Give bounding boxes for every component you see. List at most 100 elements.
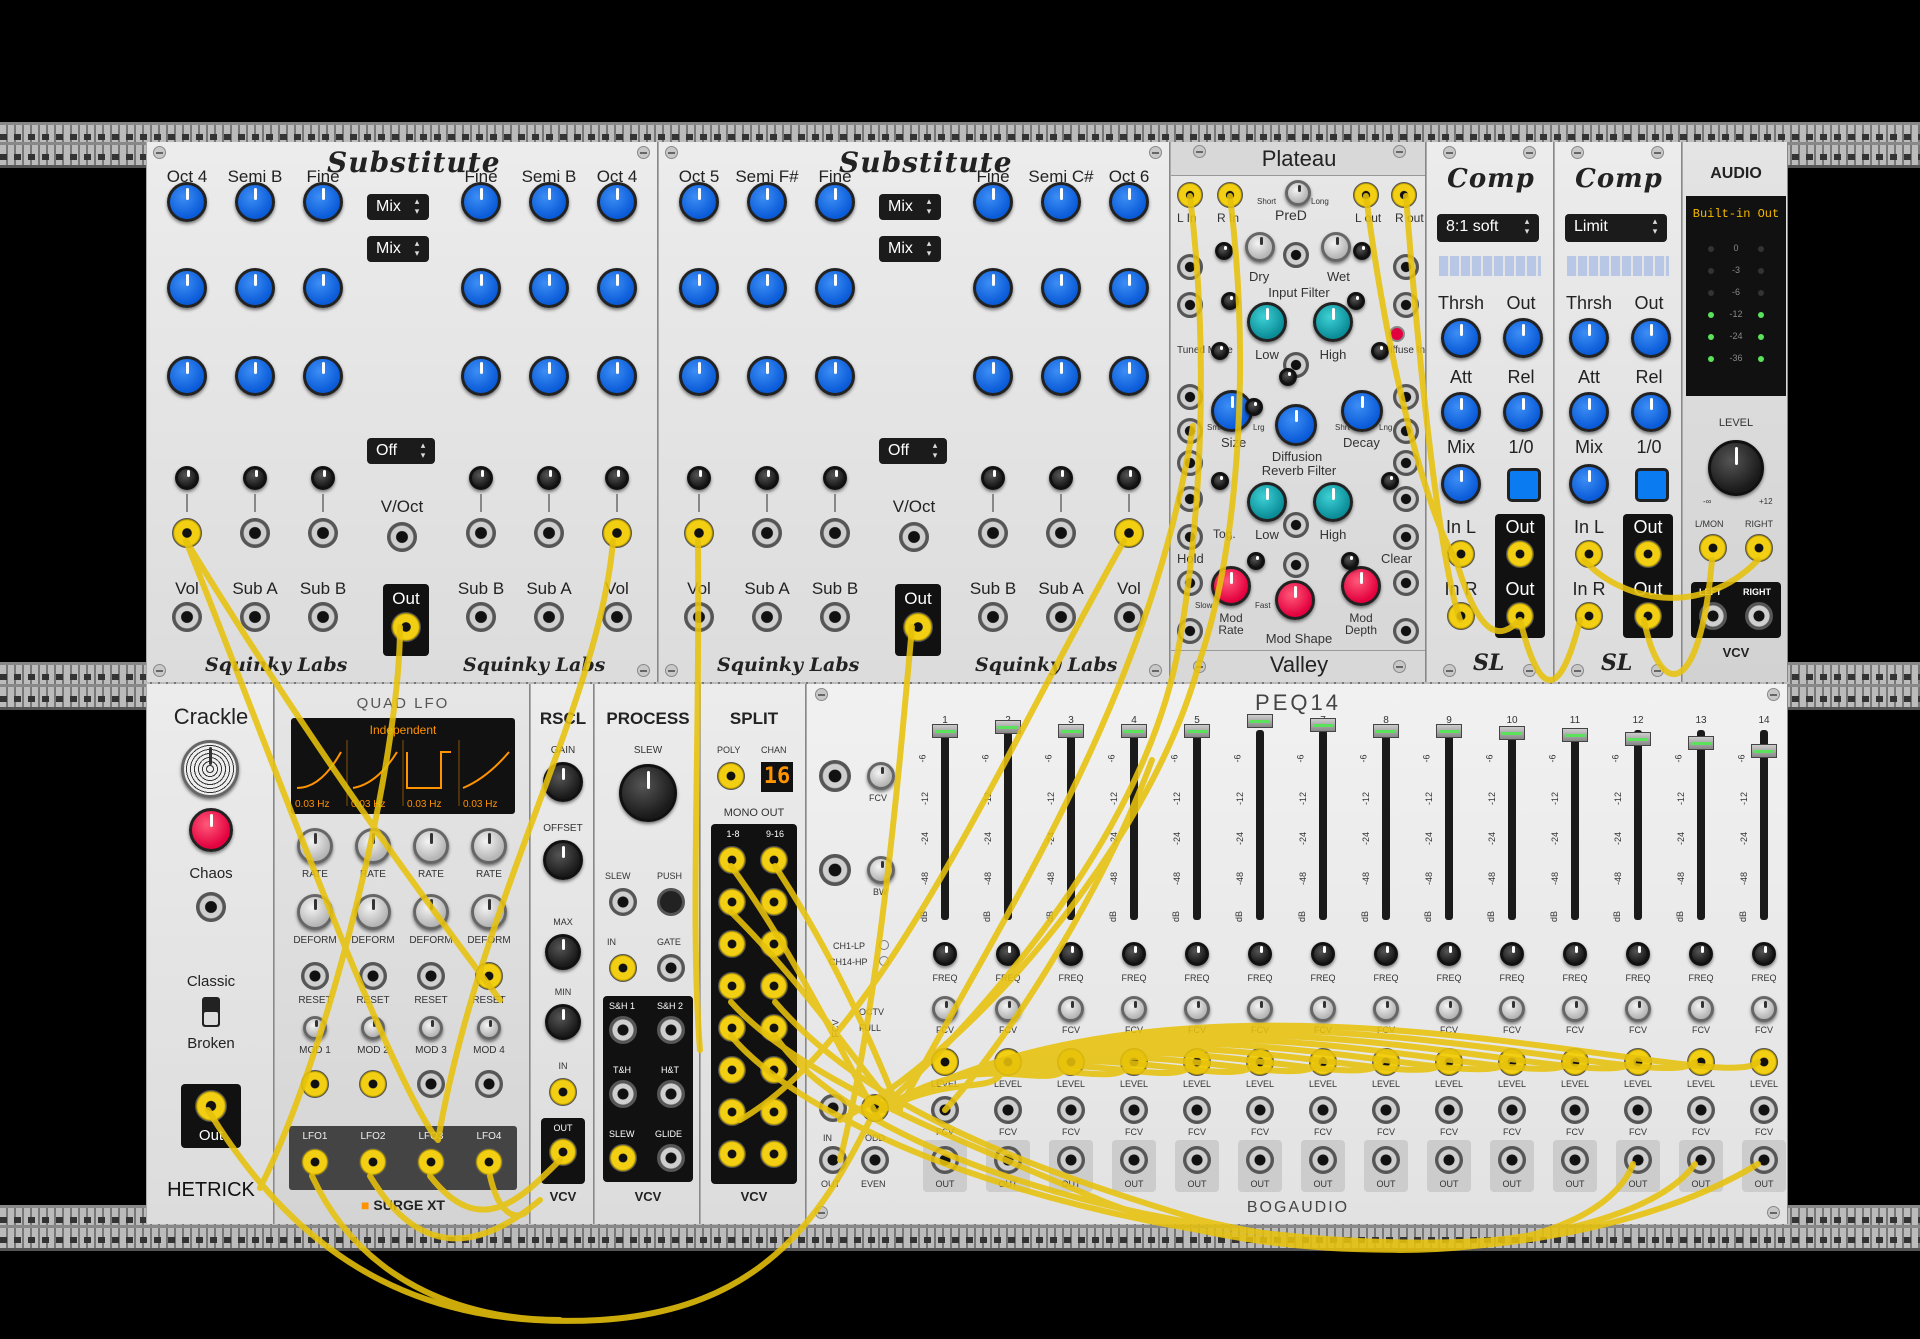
substitute2-voct-jack[interactable]: [899, 522, 929, 552]
peq-ch7-out-jack[interactable]: [1309, 1146, 1337, 1174]
substitute1-knob-r2-c1[interactable]: [167, 268, 207, 308]
lfo2-reset-jack[interactable]: [359, 962, 387, 990]
comp1-ratio-select[interactable]: 8:1 soft: [1437, 214, 1539, 242]
substitute2-knob-r1-c1[interactable]: [679, 182, 719, 222]
plateau-r-in-jack[interactable]: [1217, 182, 1243, 208]
peq-ch3-fcv-knob[interactable]: [1058, 996, 1084, 1022]
split-out-jack-5[interactable]: [718, 1014, 746, 1042]
comp1-mix-knob[interactable]: [1441, 464, 1481, 504]
plateau-atten-knob-5[interactable]: [1211, 342, 1229, 360]
substitute1-trim-knob-1[interactable]: [175, 466, 199, 490]
substitute1-knob-r1-c1[interactable]: [167, 182, 207, 222]
substitute2-out-jack-4[interactable]: [978, 602, 1008, 632]
peq-ch11-freq-knob[interactable]: [1563, 942, 1587, 966]
rscl-gain-knob[interactable]: [543, 762, 583, 802]
substitute1-knob-r1-c2[interactable]: [235, 182, 275, 222]
peq-ch7-fcv-knob[interactable]: [1310, 996, 1336, 1022]
comp2-attack-knob[interactable]: [1569, 392, 1609, 432]
peq-ch2-freq-knob[interactable]: [996, 942, 1020, 966]
peq-ch12-level-fader[interactable]: [1625, 732, 1651, 746]
lfo3-output-jack[interactable]: [417, 1148, 445, 1176]
audio-device[interactable]: Built-in Out: [1686, 208, 1786, 220]
plateau-atten-knob-10[interactable]: [1247, 552, 1265, 570]
peq-ch10-freq-knob[interactable]: [1500, 942, 1524, 966]
peq-ch6-freq-knob[interactable]: [1248, 942, 1272, 966]
peq-ch14-fcv-knob[interactable]: [1751, 996, 1777, 1022]
substitute2-mode-select-1[interactable]: Mix: [879, 194, 941, 220]
peq-ch1-fcv-jack[interactable]: [931, 1096, 959, 1124]
lfo1-reset-jack[interactable]: [301, 962, 329, 990]
crackle-mode-switch[interactable]: [202, 997, 220, 1027]
peq-ch13-level-jack[interactable]: [1687, 1048, 1715, 1076]
comp1-release-knob[interactable]: [1503, 392, 1543, 432]
peq-ch4-fcv-jack[interactable]: [1120, 1096, 1148, 1124]
peq-bw-cv-jack[interactable]: [819, 854, 851, 886]
peq-ch6-fcv-jack[interactable]: [1246, 1096, 1274, 1124]
substitute2-trim-knob-6[interactable]: [1117, 466, 1141, 490]
peq-ch11-level-fader[interactable]: [1562, 728, 1588, 742]
process-ht-jack[interactable]: [657, 1080, 685, 1108]
substitute1-trim-knob-2[interactable]: [243, 466, 267, 490]
substitute1-mode-select-1[interactable]: Mix: [367, 194, 429, 220]
lfo3-rate-knob[interactable]: [413, 828, 449, 864]
plateau-cv-jack-1[interactable]: [1177, 254, 1203, 280]
plateau-diffusion-knob[interactable]: [1275, 404, 1317, 446]
substitute1-cv-jack-2[interactable]: [240, 518, 270, 548]
substitute1-knob-r1-c6[interactable]: [597, 182, 637, 222]
split-out-jack-3[interactable]: [718, 930, 746, 958]
peq-ch1-level-fader[interactable]: [932, 724, 958, 738]
substitute2-trigger-select[interactable]: Off: [879, 438, 947, 464]
split-out-jack-9[interactable]: [760, 846, 788, 874]
peq-out-jack[interactable]: [819, 1146, 847, 1174]
peq-ch7-freq-knob[interactable]: [1311, 942, 1335, 966]
peq-even-output-jack[interactable]: [861, 1146, 889, 1174]
peq-ch6-fcv-knob[interactable]: [1247, 996, 1273, 1022]
peq-ch2-level-fader[interactable]: [995, 720, 1021, 734]
plateau-atten-knob-8[interactable]: [1211, 472, 1229, 490]
substitute1-output-jack[interactable]: [391, 612, 421, 642]
plateau-predelay-knob[interactable]: [1285, 180, 1311, 206]
process-gate-jack[interactable]: [657, 954, 685, 982]
plateau-dry-knob[interactable]: [1245, 232, 1275, 262]
substitute2-knob-r1-c2[interactable]: [747, 182, 787, 222]
lfo2-output-jack[interactable]: [359, 1148, 387, 1176]
peq-input-jack[interactable]: [819, 1094, 847, 1122]
substitute1-knob-r1-c5[interactable]: [529, 182, 569, 222]
split-out-jack-10[interactable]: [760, 888, 788, 916]
lfo4-mod-jack[interactable]: [475, 1070, 503, 1098]
comp1-makeup-knob[interactable]: [1503, 318, 1543, 358]
comp1-out-l-jack[interactable]: [1506, 540, 1534, 568]
audio-level-knob[interactable]: [1708, 440, 1764, 496]
plateau-atten-knob-9[interactable]: [1381, 472, 1399, 490]
peq-ch5-fcv-knob[interactable]: [1184, 996, 1210, 1022]
substitute2-knob-r3-c4[interactable]: [973, 356, 1013, 396]
substitute2-cv-jack-5[interactable]: [1046, 518, 1076, 548]
plateau-atten-knob-1[interactable]: [1215, 242, 1233, 260]
plateau-r-out-jack[interactable]: [1391, 182, 1417, 208]
substitute1-knob-r3-c1[interactable]: [167, 356, 207, 396]
substitute1-knob-r3-c5[interactable]: [529, 356, 569, 396]
peq-ch10-level-fader[interactable]: [1499, 726, 1525, 740]
peq-ch6-out-jack[interactable]: [1246, 1146, 1274, 1174]
rscl-output-jack[interactable]: [549, 1138, 577, 1166]
plateau-atten-knob-6[interactable]: [1279, 368, 1297, 386]
lfo2-mod-jack[interactable]: [359, 1070, 387, 1098]
substitute2-knob-r3-c6[interactable]: [1109, 356, 1149, 396]
lfo4-deform-knob[interactable]: [471, 894, 507, 930]
process-slew-out-jack[interactable]: [609, 1144, 637, 1172]
comp1-out-r-jack[interactable]: [1506, 602, 1534, 630]
substitute1-knob-r3-c6[interactable]: [597, 356, 637, 396]
substitute2-cv-jack-2[interactable]: [752, 518, 782, 548]
comp1-attack-knob[interactable]: [1441, 392, 1481, 432]
substitute2-knob-r3-c2[interactable]: [747, 356, 787, 396]
rscl-input-jack[interactable]: [549, 1078, 577, 1106]
substitute1-knob-r3-c2[interactable]: [235, 356, 275, 396]
peq-ch9-fcv-jack[interactable]: [1435, 1096, 1463, 1124]
peq-ch14-freq-knob[interactable]: [1752, 942, 1776, 966]
lfo4-reset-jack[interactable]: [475, 962, 503, 990]
substitute1-knob-r2-c3[interactable]: [303, 268, 343, 308]
peq-ch6-level-jack[interactable]: [1246, 1048, 1274, 1076]
peq-ch12-level-jack[interactable]: [1624, 1048, 1652, 1076]
lfo2-deform-knob[interactable]: [355, 894, 391, 930]
plateau-input-high-knob[interactable]: [1313, 302, 1353, 342]
